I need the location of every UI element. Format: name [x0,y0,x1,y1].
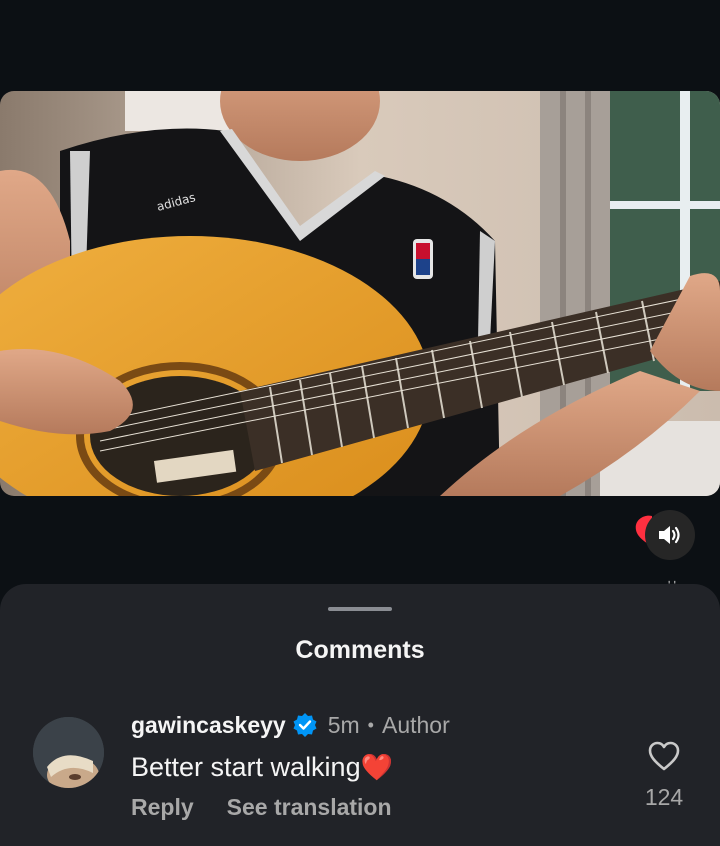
drag-handle[interactable] [328,607,392,611]
speaker-icon [659,526,680,544]
red-heart-emoji: ❤️ [360,752,393,782]
reply-button[interactable]: Reply [131,794,194,821]
like-count: 124 [644,784,684,810]
verified-badge-icon [293,713,317,737]
separator-dot: • [367,714,374,735]
see-translation-button[interactable]: See translation [227,794,392,821]
username[interactable]: gawincaskeyy [131,712,286,739]
comments-sheet: Comments gawincaskeyy 5m • Author Better… [0,584,720,846]
video-player[interactable]: adidas [0,91,720,496]
sheet-title: Comments [295,636,425,664]
comment-body: Better start walking [131,752,361,782]
comment-meta: gawincaskeyy 5m • Author [131,710,450,740]
author-label: Author [381,711,450,738]
avatar-image [33,717,104,788]
comment-text: Better start walking❤️ [131,752,393,783]
avatar[interactable] [33,717,104,788]
comment-time: 5m [327,711,360,738]
comment-actions: Reply See translation [131,794,392,821]
heart-outline-icon[interactable] [647,740,681,772]
mute-button[interactable] [645,510,695,560]
video-frame: adidas [0,91,720,496]
